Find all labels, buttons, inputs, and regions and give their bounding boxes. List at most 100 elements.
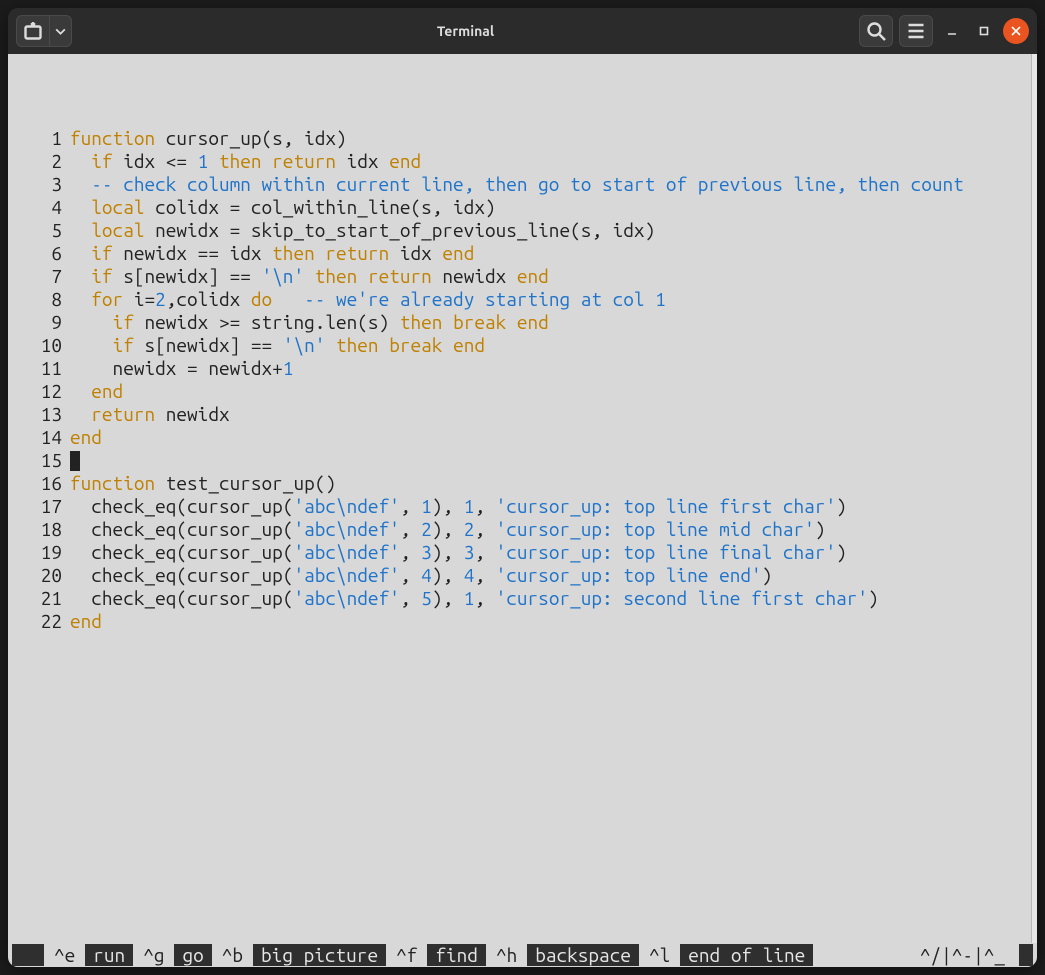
code-content: check_eq(cursor_up('abc\ndef', 3), 3, 'c… xyxy=(70,541,1037,564)
minimize-button[interactable] xyxy=(939,18,965,44)
footer-action[interactable]: find xyxy=(427,944,486,966)
maximize-button[interactable] xyxy=(971,18,997,44)
code-line: 12 end xyxy=(8,380,1037,403)
code-line: 13 return newidx xyxy=(8,403,1037,426)
footer-key: ^l xyxy=(649,944,670,966)
search-icon xyxy=(864,19,888,43)
code-line: 3 -- check column within current line, t… xyxy=(8,173,1037,196)
footer-action[interactable]: backspace xyxy=(527,944,639,966)
code-content: if newidx == idx then return idx end xyxy=(70,242,1037,265)
new-tab-menu-button[interactable] xyxy=(50,15,72,47)
line-number: 13 xyxy=(8,403,70,426)
code-line: 11 newidx = newidx+1 xyxy=(8,357,1037,380)
line-number: 1 xyxy=(8,127,70,150)
code-line: 2 if idx <= 1 then return idx end xyxy=(8,150,1037,173)
code-line: 1function cursor_up(s, idx) xyxy=(8,127,1037,150)
code-content: end xyxy=(70,610,1037,633)
footer-key: ^e xyxy=(54,944,75,966)
code-content: newidx = newidx+1 xyxy=(70,357,1037,380)
line-number: 21 xyxy=(8,587,70,610)
code-line: 15 xyxy=(8,449,1037,472)
footer-action[interactable]: go xyxy=(174,944,211,966)
code-content: check_eq(cursor_up('abc\ndef', 1), 1, 'c… xyxy=(70,495,1037,518)
code-content: local newidx = skip_to_start_of_previous… xyxy=(70,219,1037,242)
footer-key: ^g xyxy=(143,944,164,966)
code-content: for i=2,colidx do -- we're already start… xyxy=(70,288,1037,311)
code-content: function test_cursor_up() xyxy=(70,472,1037,495)
code-content xyxy=(70,449,1037,472)
code-line: 21 check_eq(cursor_up('abc\ndef', 5), 1,… xyxy=(8,587,1037,610)
minimize-icon xyxy=(946,25,958,37)
code-content: local colidx = col_within_line(s, idx) xyxy=(70,196,1037,219)
close-icon xyxy=(1010,25,1022,37)
code-content: end xyxy=(70,380,1037,403)
line-number: 14 xyxy=(8,426,70,449)
line-number: 2 xyxy=(8,150,70,173)
chevron-down-icon xyxy=(54,25,67,38)
footer-key: ^b xyxy=(222,944,243,966)
code-line: 5 local newidx = skip_to_start_of_previo… xyxy=(8,219,1037,242)
code-line: 9 if newidx >= string.len(s) then break … xyxy=(8,311,1037,334)
line-number: 19 xyxy=(8,541,70,564)
code-line: 16function test_cursor_up() xyxy=(8,472,1037,495)
code-content: end xyxy=(70,426,1037,449)
line-number: 22 xyxy=(8,610,70,633)
line-number: 15 xyxy=(8,449,70,472)
footer-block xyxy=(12,944,44,966)
line-number: 5 xyxy=(8,219,70,242)
code-content: if idx <= 1 then return idx end xyxy=(70,150,1037,173)
editor-area[interactable]: 1function cursor_up(s, idx)2 if idx <= 1… xyxy=(8,54,1037,943)
code-content: -- check column within current line, the… xyxy=(70,173,1037,196)
code-line: 18 check_eq(cursor_up('abc\ndef', 2), 2,… xyxy=(8,518,1037,541)
code-line: 6 if newidx == idx then return idx end xyxy=(8,242,1037,265)
terminal-window: Terminal 1function cursor_up(s, idx)2 if… xyxy=(8,8,1037,967)
new-tab-button[interactable] xyxy=(16,15,50,47)
code-line: 4 local colidx = col_within_line(s, idx) xyxy=(8,196,1037,219)
code-content: if s[newidx] == '\n' then return newidx … xyxy=(70,265,1037,288)
footer-action[interactable]: end of line xyxy=(680,944,813,966)
new-tab-icon xyxy=(21,19,45,43)
footer-key: ^h xyxy=(496,944,517,966)
footer-action[interactable]: big picture xyxy=(253,944,386,966)
code-line: 8 for i=2,colidx do -- we're already sta… xyxy=(8,288,1037,311)
line-number: 16 xyxy=(8,472,70,495)
code-content: check_eq(cursor_up('abc\ndef', 5), 1, 'c… xyxy=(70,587,1037,610)
code-content: function cursor_up(s, idx) xyxy=(70,127,1037,150)
line-number: 11 xyxy=(8,357,70,380)
code-content: return newidx xyxy=(70,403,1037,426)
line-number: 4 xyxy=(8,196,70,219)
code-line: 14end xyxy=(8,426,1037,449)
close-button[interactable] xyxy=(1003,18,1029,44)
line-number: 3 xyxy=(8,173,70,196)
hamburger-icon xyxy=(904,19,928,43)
line-number: 20 xyxy=(8,564,70,587)
line-number: 12 xyxy=(8,380,70,403)
code-line: 22end xyxy=(8,610,1037,633)
code-line: 10 if s[newidx] == '\n' then break end xyxy=(8,334,1037,357)
titlebar: Terminal xyxy=(8,8,1037,54)
code-content: check_eq(cursor_up('abc\ndef', 4), 4, 'c… xyxy=(70,564,1037,587)
code-line: 7 if s[newidx] == '\n' then return newid… xyxy=(8,265,1037,288)
footer-tailblock xyxy=(1019,944,1033,966)
maximize-icon xyxy=(978,25,990,37)
line-number: 18 xyxy=(8,518,70,541)
text-cursor xyxy=(70,451,80,471)
code-line: 19 check_eq(cursor_up('abc\ndef', 3), 3,… xyxy=(8,541,1037,564)
code-line: 17 check_eq(cursor_up('abc\ndef', 1), 1,… xyxy=(8,495,1037,518)
line-number: 9 xyxy=(8,311,70,334)
footer-bar: ^e run ^g go ^b big picture ^f find ^h backspace ^… xyxy=(8,943,1037,967)
line-number: 7 xyxy=(8,265,70,288)
footer-tail: ^/|^-|^_ xyxy=(920,944,1005,966)
scrollbar[interactable] xyxy=(1031,54,1037,943)
code-content: if s[newidx] == '\n' then break end xyxy=(70,334,1037,357)
search-button[interactable] xyxy=(859,15,893,47)
code-line: 20 check_eq(cursor_up('abc\ndef', 4), 4,… xyxy=(8,564,1037,587)
line-number: 17 xyxy=(8,495,70,518)
footer-key: ^f xyxy=(396,944,417,966)
footer-action[interactable]: run xyxy=(85,944,133,966)
code-content: if newidx >= string.len(s) then break en… xyxy=(70,311,1037,334)
line-number: 8 xyxy=(8,288,70,311)
hamburger-menu-button[interactable] xyxy=(899,15,933,47)
line-number: 6 xyxy=(8,242,70,265)
line-number: 10 xyxy=(8,334,70,357)
